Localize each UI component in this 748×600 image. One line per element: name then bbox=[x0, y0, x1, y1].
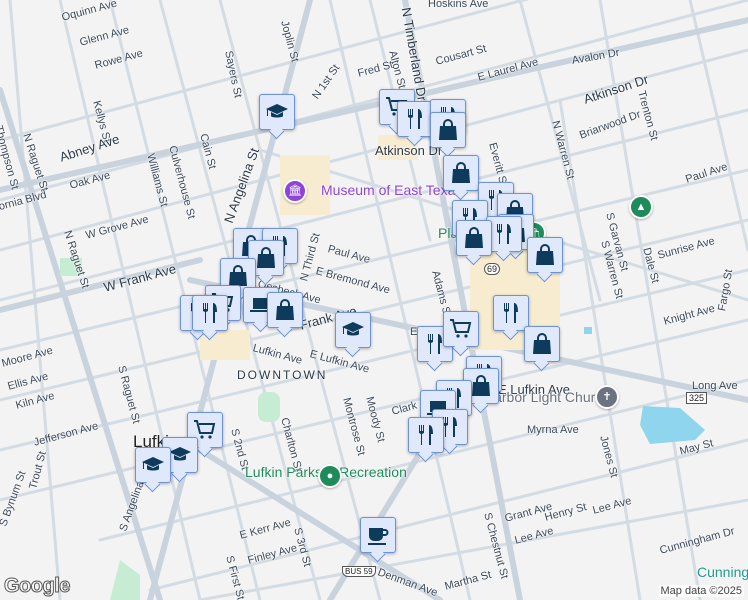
coffee-icon bbox=[366, 523, 390, 547]
bag-icon bbox=[254, 246, 278, 270]
tree-icon[interactable]: ▲ bbox=[629, 195, 653, 219]
street-label: Myrna Ave bbox=[527, 424, 579, 436]
school-icon bbox=[341, 318, 365, 342]
church-icon[interactable]: ✝ bbox=[595, 385, 619, 409]
restaurant-marker[interactable] bbox=[192, 295, 228, 331]
bag-marker[interactable] bbox=[443, 155, 479, 191]
restaurant-marker[interactable] bbox=[493, 295, 529, 331]
poi-cunningham-label[interactable]: Cunningh bbox=[697, 564, 748, 580]
poi-museum-label[interactable]: Museum of East Texas bbox=[321, 182, 462, 198]
bag-icon bbox=[533, 243, 557, 267]
neighborhood-label: DOWNTOWN bbox=[237, 368, 328, 382]
restaurant-icon bbox=[499, 301, 523, 325]
tx-325-shield: 325 bbox=[686, 392, 708, 404]
bag-marker[interactable] bbox=[456, 220, 492, 256]
restaurant-icon bbox=[414, 423, 438, 447]
google-logo: Google bbox=[4, 575, 71, 598]
park-area bbox=[110, 560, 140, 600]
poi-harbor-light-church-label[interactable]: Harbor Light Church bbox=[484, 389, 610, 405]
park-area bbox=[258, 392, 280, 422]
restaurant-icon bbox=[492, 222, 516, 246]
street-label: Hoskins Ave bbox=[428, 0, 489, 10]
map-attribution[interactable]: Map data ©2025 bbox=[658, 585, 744, 597]
restaurant-icon bbox=[198, 301, 222, 325]
school-marker[interactable] bbox=[335, 312, 371, 348]
bag-icon bbox=[469, 374, 493, 398]
bag-icon bbox=[530, 332, 554, 356]
restaurant-marker[interactable] bbox=[397, 101, 433, 137]
cart-icon bbox=[449, 317, 473, 341]
bag-marker[interactable] bbox=[527, 237, 563, 273]
coffee-marker[interactable] bbox=[360, 517, 396, 553]
bag-marker[interactable] bbox=[524, 326, 560, 362]
us-69-shield: 69 bbox=[484, 263, 501, 275]
map-canvas[interactable]: Oquinn Ave Glenn Ave Rowe Ave Sayers St Jopl… bbox=[0, 0, 748, 600]
school-icon bbox=[168, 443, 192, 467]
bag-marker[interactable] bbox=[267, 292, 303, 328]
school-icon bbox=[265, 100, 289, 124]
cart-marker[interactable] bbox=[443, 311, 479, 347]
bag-icon bbox=[462, 226, 486, 250]
restaurant-icon bbox=[403, 107, 427, 131]
abney-atkinson-road bbox=[0, 17, 748, 193]
museum-icon[interactable]: 🏛 bbox=[283, 179, 307, 203]
bag-icon bbox=[449, 161, 473, 185]
lake bbox=[640, 406, 705, 444]
restaurant-marker[interactable] bbox=[408, 417, 444, 453]
school-marker[interactable] bbox=[135, 447, 171, 483]
bag-icon bbox=[436, 118, 460, 142]
park-pin-icon[interactable]: ● bbox=[318, 464, 342, 488]
pond bbox=[584, 327, 592, 334]
bus-59-shield: BUS 59 bbox=[342, 566, 376, 577]
street-label: Long Ave bbox=[692, 380, 738, 392]
school-icon bbox=[141, 453, 165, 477]
bag-marker[interactable] bbox=[430, 112, 466, 148]
school-marker[interactable] bbox=[259, 94, 295, 130]
bag-icon bbox=[273, 298, 297, 322]
